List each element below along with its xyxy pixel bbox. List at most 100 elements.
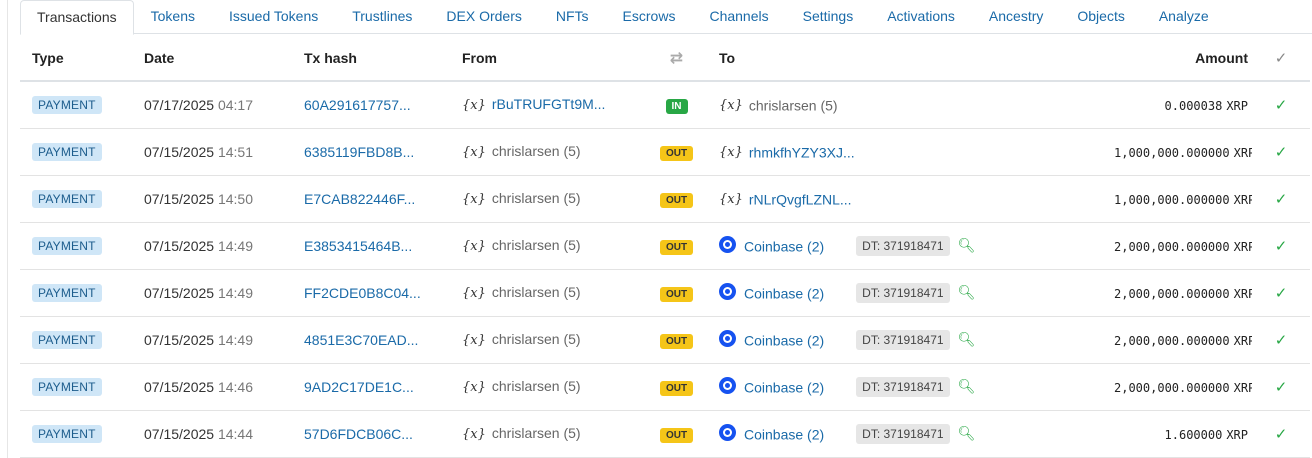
xrp-account-icon: {x} xyxy=(462,239,486,254)
cell-tx-hash: 57D6FDCB06C... xyxy=(292,410,450,458)
check-icon: ✓ xyxy=(1274,378,1288,396)
header-from[interactable]: From xyxy=(450,35,646,82)
amount-currency: XRP xyxy=(1233,192,1252,207)
table-row[interactable]: PAYMENT 07/15/2025 14:49 E3853415464B... {x… xyxy=(20,222,1310,270)
destination-tag: DT: 371918471 xyxy=(856,376,950,397)
to-account[interactable]: rNLrQvgfLZNL... xyxy=(749,191,852,207)
tab-objects[interactable]: Objects xyxy=(1060,0,1141,34)
cell-type: PAYMENT xyxy=(20,222,132,270)
table-row[interactable]: PAYMENT 07/15/2025 14:49 FF2CDE0B8C04... {x… xyxy=(20,269,1310,317)
tx-hash-link[interactable]: 60A291617757... xyxy=(304,97,411,113)
date-text: 07/15/2025 xyxy=(144,378,215,395)
zoom-in-icon[interactable]: 🔍︎ xyxy=(958,425,976,442)
tx-hash-link[interactable]: 9AD2C17DE1C... xyxy=(304,379,414,395)
type-badge: PAYMENT xyxy=(32,189,102,208)
to-account[interactable]: Coinbase (2) xyxy=(744,426,824,442)
direction-badge: OUT xyxy=(659,145,694,161)
table-row[interactable]: PAYMENT 07/15/2025 14:49 4851E3C70EAD... {x… xyxy=(20,316,1310,364)
header-date[interactable]: Date xyxy=(132,35,292,82)
direction-badge: OUT xyxy=(659,427,694,443)
zoom-in-icon[interactable]: 🔍︎ xyxy=(958,331,976,348)
cell-date: 07/15/2025 14:49 xyxy=(132,222,292,270)
coinbase-icon xyxy=(719,377,736,395)
cell-date: 07/15/2025 14:44 xyxy=(132,410,292,458)
cell-status: ✓ xyxy=(1252,363,1310,411)
tab-channels[interactable]: Channels xyxy=(692,0,785,34)
to-account[interactable]: Coinbase (2) xyxy=(744,285,824,301)
to-account[interactable]: rhmkfhYZY3XJ... xyxy=(749,144,855,160)
table-row[interactable]: PAYMENT 07/15/2025 14:46 9AD2C17DE1C... {x}… xyxy=(20,363,1310,411)
amount-currency: XRP xyxy=(1226,98,1248,113)
zoom-in-icon[interactable]: 🔍︎ xyxy=(958,378,976,395)
from-account[interactable]: chrislarsen (5) xyxy=(492,331,581,347)
tab-dex-orders[interactable]: DEX Orders xyxy=(429,0,538,34)
tab-ancestry[interactable]: Ancestry xyxy=(972,0,1060,34)
tab-tokens[interactable]: Tokens xyxy=(134,0,212,34)
to-account[interactable]: chrislarsen (5) xyxy=(749,97,838,113)
tab-analyze[interactable]: Analyze xyxy=(1142,0,1226,34)
from-account[interactable]: chrislarsen (5) xyxy=(492,143,581,159)
date-text: 07/15/2025 xyxy=(144,143,215,160)
cell-status: ✓ xyxy=(1252,410,1310,458)
to-account[interactable]: Coinbase (2) xyxy=(744,379,824,395)
tx-hash-link[interactable]: 6385119FBD8B... xyxy=(304,144,414,160)
cell-status: ✓ xyxy=(1252,316,1310,364)
type-badge: PAYMENT xyxy=(32,142,102,161)
from-account[interactable]: chrislarsen (5) xyxy=(492,284,581,300)
header-tx-hash[interactable]: Tx hash xyxy=(292,35,450,82)
cell-from: {x} chrislarsen (5) xyxy=(450,128,646,176)
direction-badge: OUT xyxy=(659,239,694,255)
tab-activations[interactable]: Activations xyxy=(870,0,972,34)
cell-amount: 1,000,000.000000XRP xyxy=(1102,128,1252,176)
type-badge: PAYMENT xyxy=(32,95,102,114)
cell-status: ✓ xyxy=(1252,269,1310,317)
check-icon: ✓ xyxy=(1274,237,1288,255)
table-row[interactable]: PAYMENT 07/17/2025 04:17 60A291617757... {x… xyxy=(20,81,1310,129)
destination-tag: DT: 371918471 xyxy=(856,282,950,303)
cell-type: PAYMENT xyxy=(20,175,132,223)
cell-amount: 2,000,000.000000XRP xyxy=(1102,222,1252,270)
cell-direction: OUT xyxy=(646,222,707,270)
amount-value: 2,000,000.000000 xyxy=(1114,286,1230,301)
tab-nfts[interactable]: NFTs xyxy=(539,0,606,34)
zoom-in-icon[interactable]: 🔍︎ xyxy=(958,284,976,301)
table-row[interactable]: PAYMENT 07/15/2025 14:50 E7CAB822446F... {x… xyxy=(20,175,1310,223)
cell-direction: OUT xyxy=(646,175,707,223)
table-row[interactable]: PAYMENT 07/15/2025 14:51 6385119FBD8B... {x… xyxy=(20,128,1310,176)
to-account[interactable]: Coinbase (2) xyxy=(744,332,824,348)
tx-hash-link[interactable]: 57D6FDCB06C... xyxy=(304,426,413,442)
table-header-row: Type Date Tx hash From ⇄ To Amount ✓ xyxy=(20,35,1310,82)
to-account[interactable]: Coinbase (2) xyxy=(744,238,824,254)
tab-settings[interactable]: Settings xyxy=(786,0,871,34)
tx-hash-link[interactable]: FF2CDE0B8C04... xyxy=(304,285,421,301)
cell-from: {x} chrislarsen (5) xyxy=(450,316,646,364)
from-account[interactable]: chrislarsen (5) xyxy=(492,237,581,253)
cell-to: Coinbase (2) DT: 371918471 🔍︎ xyxy=(707,222,1102,270)
table-row[interactable]: PAYMENT 07/15/2025 14:44 57D6FDCB06C... {x}… xyxy=(20,410,1310,458)
date-text: 07/17/2025 xyxy=(144,96,215,113)
amount-value: 0.000038 xyxy=(1164,98,1223,113)
coinbase-icon xyxy=(719,424,736,442)
tab-issued-tokens[interactable]: Issued Tokens xyxy=(212,0,335,34)
left-border xyxy=(7,0,8,458)
date-text: 07/15/2025 xyxy=(144,284,215,301)
tab-transactions[interactable]: Transactions xyxy=(20,0,134,35)
tab-escrows[interactable]: Escrows xyxy=(606,0,693,34)
cell-direction: OUT xyxy=(646,128,707,176)
header-amount[interactable]: Amount xyxy=(1102,35,1252,82)
cell-date: 07/15/2025 14:51 xyxy=(132,128,292,176)
coinbase-icon xyxy=(719,236,736,254)
header-direction: ⇄ xyxy=(646,35,707,82)
check-icon: ✓ xyxy=(1274,49,1288,67)
from-account[interactable]: chrislarsen (5) xyxy=(492,378,581,394)
zoom-in-icon[interactable]: 🔍︎ xyxy=(958,237,976,254)
tx-hash-link[interactable]: E7CAB822446F... xyxy=(304,191,415,207)
from-account[interactable]: rBuTRUFGTt9M... xyxy=(492,96,606,112)
header-type[interactable]: Type xyxy=(20,35,132,82)
from-account[interactable]: chrislarsen (5) xyxy=(492,190,581,206)
tab-trustlines[interactable]: Trustlines xyxy=(335,0,429,34)
header-to[interactable]: To xyxy=(707,35,1102,82)
tx-hash-link[interactable]: E3853415464B... xyxy=(304,238,412,254)
tx-hash-link[interactable]: 4851E3C70EAD... xyxy=(304,332,418,348)
from-account[interactable]: chrislarsen (5) xyxy=(492,425,581,441)
